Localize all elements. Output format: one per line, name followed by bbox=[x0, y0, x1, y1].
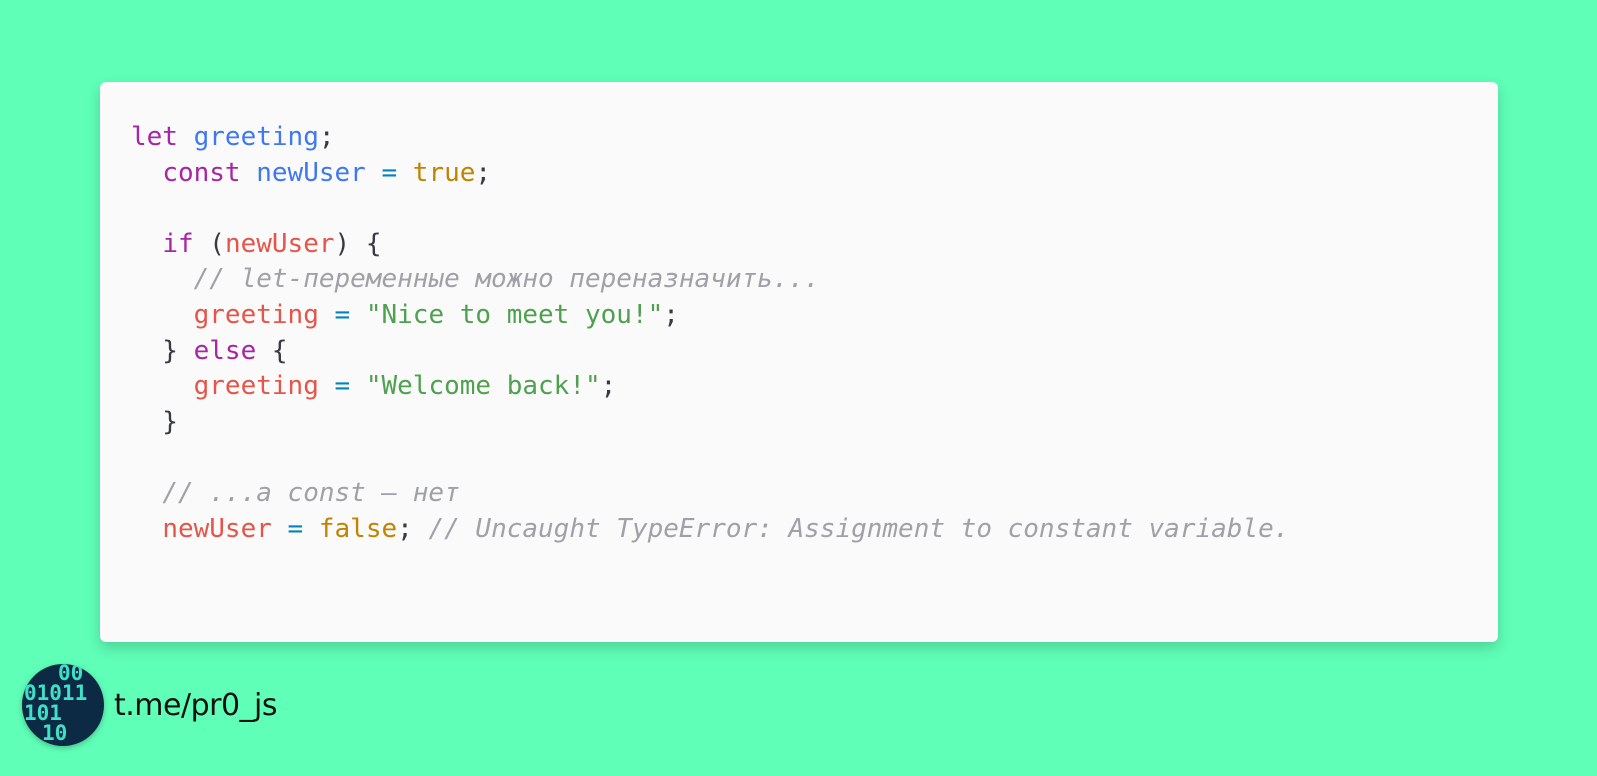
code-token-punct: ; bbox=[397, 513, 429, 544]
code-token-decl: newUser bbox=[256, 157, 366, 188]
code-token-op: = bbox=[381, 157, 398, 188]
code-token-punct bbox=[272, 514, 288, 544]
code-token-comment: // Uncaught TypeError: Assignment to con… bbox=[428, 513, 1290, 544]
code-token-punct: ; bbox=[663, 299, 679, 330]
code-token-punct bbox=[131, 158, 162, 188]
channel-link[interactable]: t.me/pr0_js bbox=[114, 688, 278, 723]
code-token-string: "Nice to meet you!" bbox=[365, 299, 664, 330]
code-line: newUser = false; // Uncaught TypeError: … bbox=[131, 512, 1289, 548]
code-card: let greeting; const newUser = true; if (… bbox=[100, 82, 1498, 642]
code-token-punct bbox=[131, 478, 162, 508]
code-token-var: greeting bbox=[193, 371, 319, 402]
code-token-punct bbox=[178, 122, 194, 152]
code-token-keyword: else bbox=[193, 335, 257, 366]
code-token-punct bbox=[131, 229, 162, 259]
code-token-var: newUser bbox=[224, 228, 335, 259]
code-token-punct bbox=[131, 514, 162, 544]
code-token-op: = bbox=[334, 299, 351, 330]
code-token-op: = bbox=[287, 513, 304, 544]
code-token-keyword: if bbox=[162, 228, 194, 259]
code-token-punct bbox=[241, 158, 257, 188]
code-line: greeting = "Nice to meet you!"; bbox=[131, 298, 1289, 334]
code-token-op: = bbox=[334, 371, 351, 402]
code-token-punct bbox=[131, 264, 194, 294]
code-token-var: greeting bbox=[193, 299, 319, 330]
code-line: const newUser = true; bbox=[131, 156, 1289, 192]
code-token-punct bbox=[350, 300, 366, 330]
code-line: } bbox=[131, 405, 1289, 441]
code-token-punct bbox=[397, 158, 413, 188]
code-token-punct: } bbox=[131, 335, 194, 366]
code-token-keyword: const bbox=[162, 157, 241, 188]
code-token-punct bbox=[131, 300, 194, 330]
binary-digits-icon[interactable]: 00 01011 101 10 bbox=[22, 664, 104, 746]
code-line: greeting = "Welcome back!"; bbox=[131, 369, 1289, 405]
code-token-punct bbox=[131, 371, 194, 401]
code-token-punct bbox=[319, 371, 335, 401]
code-token-punct: ; bbox=[318, 122, 335, 152]
code-token-punct bbox=[303, 514, 319, 544]
code-token-punct: ; bbox=[475, 157, 492, 188]
code-token-punct bbox=[366, 158, 382, 188]
code-token-punct: ; bbox=[600, 371, 617, 402]
code-line: // let-переменные можно переназначить... bbox=[131, 262, 1289, 298]
code-token-string: "Welcome back!" bbox=[365, 371, 601, 402]
code-token-comment: // ...а const — нет bbox=[162, 477, 460, 508]
code-token-var: newUser bbox=[162, 513, 272, 544]
code-token-punct: ) { bbox=[334, 228, 382, 259]
code-token-punct: } bbox=[131, 406, 178, 437]
code-token-punct: ( bbox=[193, 228, 225, 259]
code-line: let greeting; bbox=[131, 120, 1289, 156]
code-token-keyword: let bbox=[131, 122, 178, 152]
code-token-decl: greeting bbox=[193, 122, 319, 152]
code-token-punct bbox=[319, 300, 335, 330]
code-line: if (newUser) { bbox=[131, 227, 1289, 263]
footer: 00 01011 101 10 t.me/pr0_js bbox=[22, 664, 278, 746]
code-token-bool: true bbox=[412, 157, 476, 188]
code-token-punct: { bbox=[256, 335, 288, 366]
svg-text:10: 10 bbox=[42, 721, 67, 745]
code-line: // ...а const — нет bbox=[131, 476, 1289, 512]
code-token-comment: // let-переменные можно переназначить... bbox=[193, 264, 820, 295]
code-token-bool: false bbox=[318, 513, 398, 544]
code-block: let greeting; const newUser = true; if (… bbox=[131, 120, 1289, 547]
code-line: } else { bbox=[131, 334, 1289, 370]
code-token-punct bbox=[350, 371, 366, 401]
